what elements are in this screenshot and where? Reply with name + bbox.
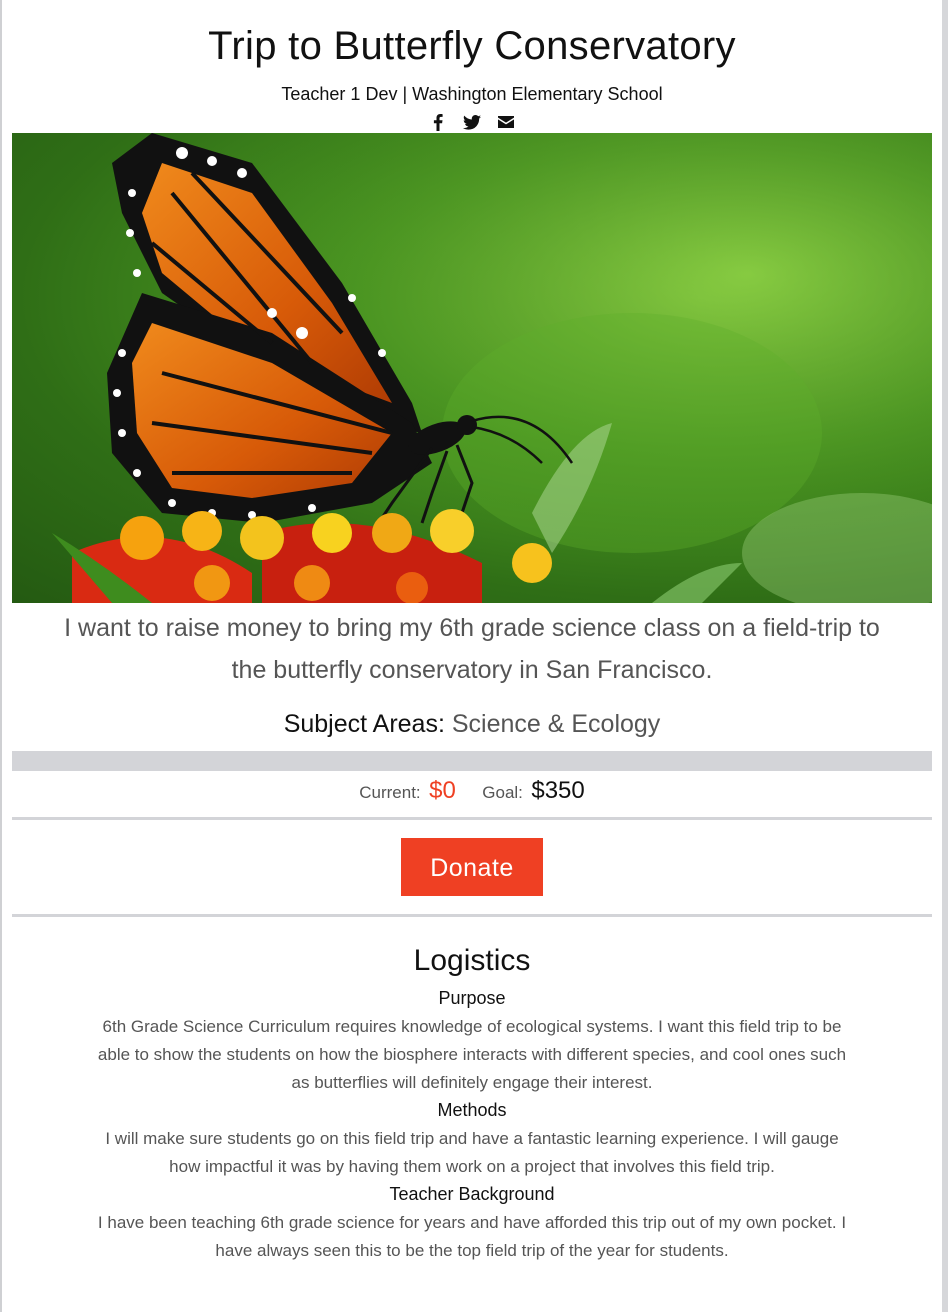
funding-progress-bar xyxy=(12,751,932,771)
campaign-page: Trip to Butterfly Conservatory Teacher 1… xyxy=(12,0,932,1265)
facebook-icon[interactable] xyxy=(429,113,447,131)
teacher-background-text: I have been teaching 6th grade science f… xyxy=(97,1213,847,1260)
subject-areas-value: Science & Ecology xyxy=(451,710,661,738)
subject-areas-label: Subject Areas: xyxy=(283,710,445,738)
methods-text: I will make sure students go on this fie… xyxy=(105,1129,839,1176)
logistics-section: Logistics Purpose 6th Grade Science Curr… xyxy=(12,943,932,1265)
current-label: Current: xyxy=(359,783,421,802)
divider xyxy=(12,914,932,917)
methods-heading: Methods xyxy=(437,1100,507,1120)
donate-button[interactable]: Donate xyxy=(401,838,543,896)
donate-section: Donate xyxy=(12,820,932,898)
funding-amounts: Current: $0 Goal: $350 xyxy=(12,775,932,807)
teacher-background-heading: Teacher Background xyxy=(389,1184,555,1204)
teacher-school-byline: Teacher 1 Dev | Washington Elementary Sc… xyxy=(281,84,663,104)
page-frame-right xyxy=(942,0,948,1312)
twitter-icon[interactable] xyxy=(463,113,481,131)
page-title: Trip to Butterfly Conservatory xyxy=(208,24,736,68)
current-amount: $0 xyxy=(429,777,456,804)
subject-areas: Subject Areas: Science & Ecology xyxy=(12,707,932,741)
campaign-summary: I want to raise money to bring my 6th gr… xyxy=(64,614,880,684)
mail-icon[interactable] xyxy=(497,113,515,131)
purpose-heading: Purpose xyxy=(438,988,506,1008)
logistics-heading: Logistics xyxy=(413,944,531,977)
purpose-text: 6th Grade Science Curriculum requires kn… xyxy=(97,1017,847,1092)
goal-amount: $350 xyxy=(531,777,585,804)
hero-image-butterfly xyxy=(12,133,932,603)
page-frame-left xyxy=(0,0,2,1312)
goal-label: Goal: xyxy=(482,783,523,802)
share-links xyxy=(12,111,932,133)
